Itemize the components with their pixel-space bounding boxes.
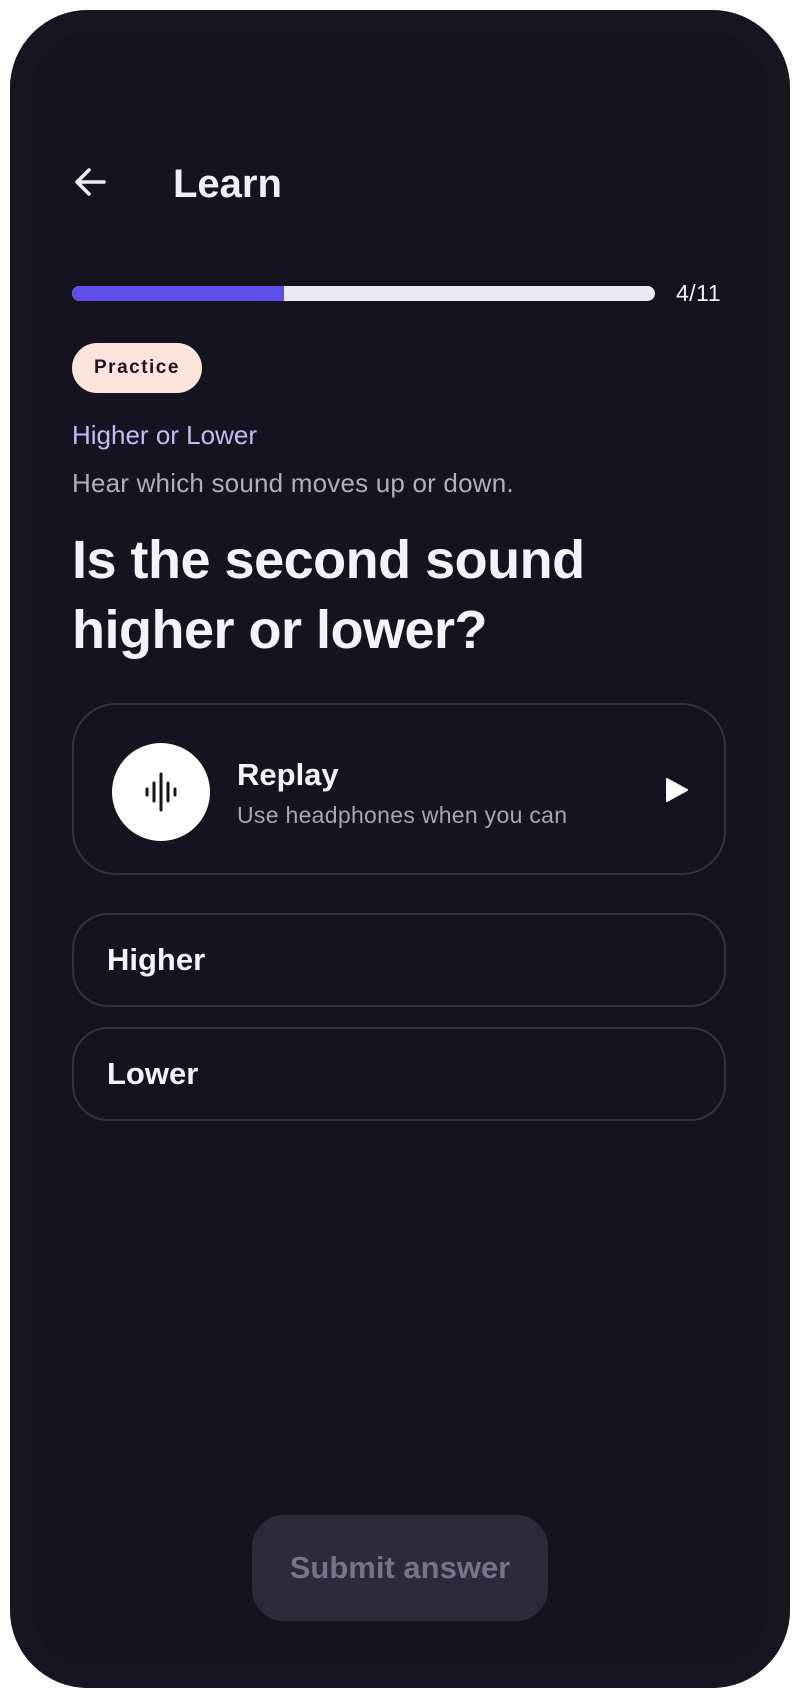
sound-wave-icon xyxy=(145,772,177,812)
play-button[interactable] xyxy=(660,773,694,807)
replay-hint: Use headphones when you can xyxy=(237,802,568,828)
practice-badge: Practice xyxy=(72,343,202,393)
back-button[interactable] xyxy=(68,160,112,204)
question-text: Is the second sound higher or lower? xyxy=(72,530,585,660)
page-title: Learn xyxy=(173,162,282,206)
submit-answer-button[interactable]: Submit answer xyxy=(252,1515,548,1621)
answer-option-label: Lower xyxy=(107,1056,199,1091)
arrow-left-icon xyxy=(75,168,106,196)
answer-option-label: Higher xyxy=(107,942,206,977)
progress-bar xyxy=(72,286,655,301)
device-frame: Learn 4/11 Practice Higher or Lower Hear… xyxy=(10,10,790,1688)
lesson-screen: Learn 4/11 Practice Higher or Lower Hear… xyxy=(10,10,790,1688)
replay-card[interactable]: Replay Use headphones when you can xyxy=(72,703,726,875)
progress-count: 4/11 xyxy=(676,280,722,306)
answer-option-higher[interactable]: Higher xyxy=(72,913,726,1007)
answer-option-lower[interactable]: Lower xyxy=(72,1027,726,1121)
play-icon xyxy=(666,778,688,802)
progress-fill xyxy=(72,286,284,301)
lesson-eyebrow: Higher or Lower xyxy=(72,420,257,450)
replay-label: Replay xyxy=(237,757,339,792)
lesson-subtitle: Hear which sound moves up or down. xyxy=(72,468,514,498)
sound-wave-button xyxy=(112,743,210,841)
